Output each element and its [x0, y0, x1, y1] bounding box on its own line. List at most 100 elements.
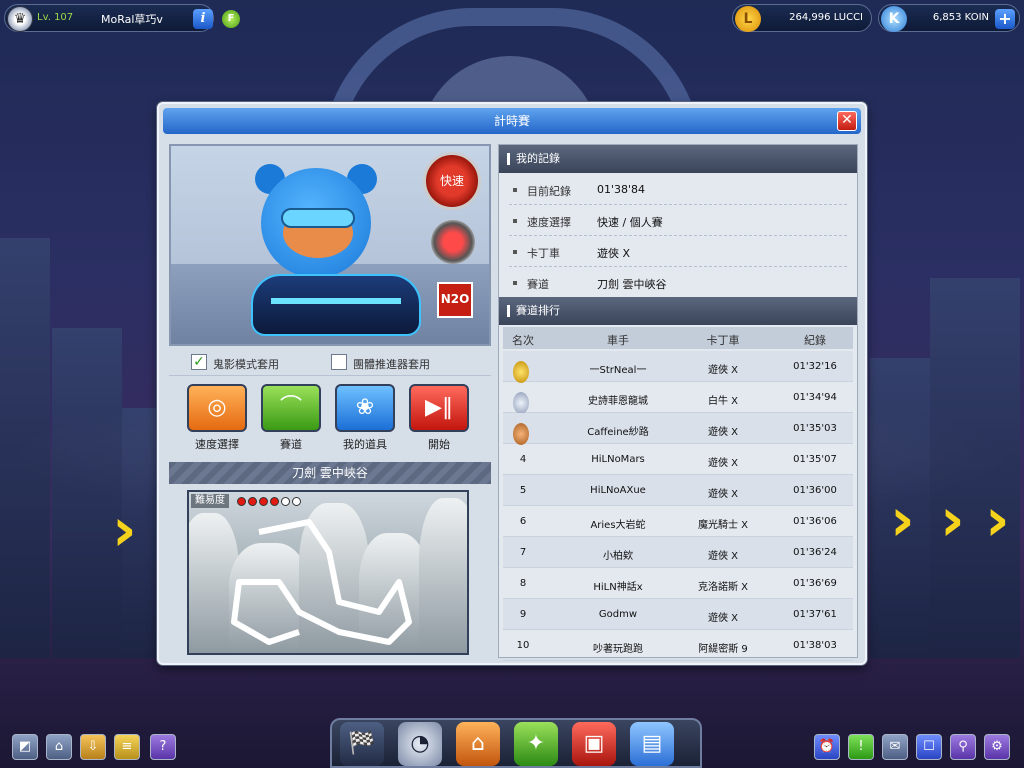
record-time: 01'36'00 [793, 485, 837, 496]
kart-name: 遊俠 X [707, 551, 739, 562]
record-time: 01'35'03 [793, 423, 837, 434]
record-time: 01'32'16 [793, 361, 837, 372]
driver-name: HiLNoMars [591, 454, 645, 465]
table-row[interactable]: 6 Aries大岩蛇 魔光騎士 X 01'36'06 [503, 506, 853, 537]
chevron-decoration: › [985, 485, 1010, 555]
kart-name: 遊俠 X [707, 613, 739, 624]
options-row: ✓ 鬼影模式套用 團體推進器套用 [169, 348, 491, 376]
bullet-icon [513, 281, 517, 285]
kart-name: 遊俠 X [707, 458, 739, 469]
speed-badge[interactable]: 快速 [423, 152, 481, 210]
shop-icon[interactable]: ✦ [514, 722, 558, 766]
difficulty-dot [270, 497, 279, 506]
table-row[interactable]: 史詩菲恩龍城 白牛 X 01'34'94 [503, 382, 853, 414]
team-booster-checkbox[interactable] [331, 354, 347, 370]
n2o-item-icon[interactable]: N2O [437, 282, 473, 318]
time-trial-dialog: 計時賽 ✕ 快速 N2O ✓ 鬼影模式套用 團體推進器套用 ◎ 速度選擇 ⌒ 賽… [157, 102, 867, 665]
alarm-icon[interactable]: ⏰ [814, 734, 840, 760]
gear-icon[interactable]: ⚙ [984, 734, 1010, 760]
search-icon[interactable]: ⚲ [950, 734, 976, 760]
table-row[interactable]: 一StrNeal一 遊俠 X 01'32'16 [503, 351, 853, 383]
add-koin-button[interactable]: + [995, 9, 1015, 29]
record-value: 遊俠 X [597, 247, 631, 260]
character-mini-icon[interactable] [431, 220, 475, 264]
track-select-label: 賽道 [280, 438, 302, 451]
column-header: 卡丁車 [706, 334, 740, 347]
rank-number: 4 [519, 454, 527, 465]
record-key: 賽道 [527, 278, 549, 291]
table-row[interactable]: 7 小柏欸 遊俠 X 01'36'24 [503, 537, 853, 568]
record-key: 卡丁車 [527, 247, 560, 260]
record-time: 01'35'07 [793, 454, 837, 465]
koin-value: 6,853 KOIN [932, 12, 989, 23]
race-kart-icon[interactable]: 🏁 [340, 722, 384, 766]
table-row[interactable]: 8 HiLN神話x 克洛諾斯 X 01'36'69 [503, 568, 853, 599]
building-icon[interactable]: ▤ [630, 722, 674, 766]
record-value: 刀劍 雲中峽谷 [597, 278, 667, 291]
f-badge-icon[interactable]: F [222, 10, 240, 28]
home-icon[interactable]: ⌂ [46, 734, 72, 760]
lucci-display: L 264,996 LUCCI [732, 4, 872, 32]
table-row[interactable]: 9 Godmw 遊俠 X 01'37'61 [503, 599, 853, 630]
kart-stripe [271, 298, 401, 304]
record-row: 速度選擇 快速 / 個人賽 [509, 206, 847, 236]
track-name: 刀劍 雲中峽谷 [169, 462, 491, 484]
table-row[interactable]: 5 HiLNoAXue 遊俠 X 01'36'00 [503, 475, 853, 506]
driver-name: HiLN神話x [593, 582, 643, 593]
garage-icon[interactable]: ⌂ [456, 722, 500, 766]
driver-name: 小柏欸 [603, 551, 633, 562]
track-select-button[interactable]: ⌒ [261, 384, 321, 432]
table-row[interactable]: 10 吵著玩跑跑 阿緹密斯 9 01'38'03 [503, 630, 853, 661]
track-map-outline [231, 519, 412, 645]
download-icon[interactable]: ⇩ [80, 734, 106, 760]
chevron-decoration: › [940, 485, 965, 555]
koin-coin-icon: K [881, 6, 907, 32]
map-icon[interactable]: ◩ [12, 734, 38, 760]
rank-number: 8 [519, 578, 527, 589]
chat-icon[interactable]: ✉ [882, 734, 908, 760]
driver-name: Aries大岩蛇 [590, 520, 646, 531]
left-panel: 快速 N2O ✓ 鬼影模式套用 團體推進器套用 ◎ 速度選擇 ⌒ 賽道 ❀ 我的… [169, 144, 491, 658]
rank-number: 7 [519, 547, 527, 558]
start-button[interactable]: ▶‖ [409, 384, 469, 432]
column-header: 名次 [512, 334, 534, 347]
kart-name: 阿緹密斯 9 [698, 644, 748, 655]
alert-icon[interactable]: ! [848, 734, 874, 760]
board-icon[interactable]: ☐ [916, 734, 942, 760]
info-icon[interactable]: i [193, 9, 213, 29]
record-time: 01'37'61 [793, 609, 837, 620]
ranking-heading: 賽道排行 [499, 297, 857, 325]
speed-select-button[interactable]: ◎ [187, 384, 247, 432]
help-icon[interactable]: ? [150, 734, 176, 760]
my-items-button[interactable]: ❀ [335, 384, 395, 432]
record-key: 目前紀錄 [527, 185, 571, 198]
table-row[interactable]: 4 HiLNoMars 遊俠 X 01'35'07 [503, 444, 853, 475]
right-panel: 我的記錄 目前紀錄 01'38'84 速度選擇 快速 / 個人賽 卡丁車 遊俠 … [498, 144, 858, 661]
my-record-heading: 我的記錄 [499, 145, 857, 173]
chevron-decoration: › [112, 495, 137, 565]
speedometer-icon[interactable]: ◔ [398, 722, 442, 766]
table-row[interactable]: Caffeine紗路 遊俠 X 01'35'03 [503, 413, 853, 445]
top-bar: ♛ Lv. 107 MoRal草巧v i F L 264,996 LUCCI K… [4, 4, 1020, 32]
chevron-decoration: › [890, 485, 915, 555]
driver-name: Godmw [598, 609, 638, 620]
bullet-icon [513, 250, 517, 254]
difficulty-label: 難易度 [191, 494, 229, 508]
bronze-medal-icon [513, 423, 529, 445]
ghost-mode-checkbox[interactable]: ✓ [191, 354, 207, 370]
column-header: 車手 [607, 334, 629, 347]
record-time: 01'36'69 [793, 578, 837, 589]
toolbox-icon[interactable]: ▣ [572, 722, 616, 766]
ranking-table-header: 名次 車手 卡丁車 紀錄 [503, 327, 853, 349]
player-level: Lv. 107 [37, 12, 74, 23]
bullet-icon [513, 188, 517, 192]
team-booster-label: 團體推進器套用 [353, 358, 430, 371]
kart-name: 克洛諾斯 X [697, 582, 749, 593]
close-icon[interactable]: ✕ [837, 111, 857, 131]
notes-icon[interactable]: ≡ [114, 734, 140, 760]
record-value: 快速 / 個人賽 [597, 216, 663, 229]
player-name: MoRal草巧v [101, 13, 163, 26]
record-time: 01'34'94 [793, 392, 837, 403]
main-dock: 🏁 ◔ ⌂ ✦ ▣ ▤ [330, 718, 702, 768]
track-preview-image[interactable]: 難易度 [187, 490, 469, 655]
